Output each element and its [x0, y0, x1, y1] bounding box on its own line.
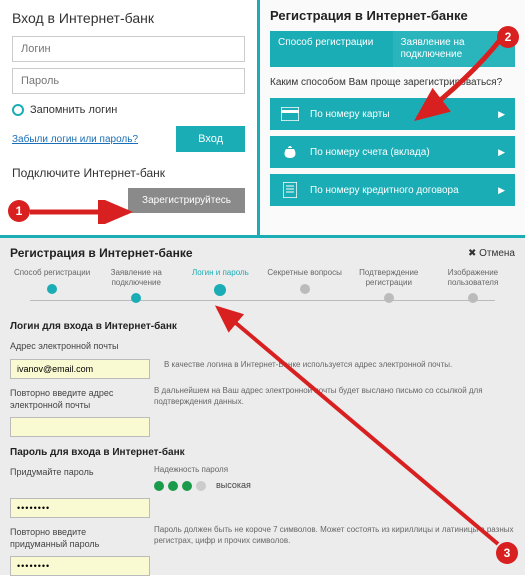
annotation-badge-1: 1 — [8, 200, 30, 222]
option-account-label: По номеру счета (вклада) — [310, 147, 498, 158]
tab-method[interactable]: Способ регистрации — [270, 31, 393, 67]
password-input[interactable] — [12, 68, 245, 94]
connect-label: Подключите Интернет-банк — [12, 166, 245, 180]
option-card-label: По номеру карты — [310, 109, 498, 120]
login-input[interactable] — [12, 36, 245, 62]
cancel-button[interactable]: ✖ Отмена — [468, 248, 515, 259]
strength-meter: высокая — [154, 479, 515, 492]
email2-input[interactable] — [10, 417, 150, 437]
chevron-right-icon: ▶ — [498, 147, 505, 158]
email-hint-2: В дальнейшем на Ваш адрес электронной по… — [140, 385, 515, 407]
password2-field[interactable] — [10, 556, 150, 576]
reg-tabs: Способ регистрации Заявление на подключе… — [270, 31, 515, 67]
strength-dot — [154, 481, 164, 491]
remember-checkbox[interactable]: Запомнить логин — [12, 104, 245, 116]
strength-label: высокая — [216, 479, 251, 492]
reg-title: Регистрация в Интернет-банке — [270, 8, 515, 23]
chevron-right-icon: ▶ — [498, 185, 505, 196]
email-hint-1: В качестве логина в Интернет-Банке испол… — [150, 359, 515, 370]
step-3: Логин и пароль — [178, 268, 262, 296]
bag-icon — [280, 144, 300, 160]
option-credit[interactable]: По номеру кредитного договора ▶ — [270, 174, 515, 206]
password-field[interactable] — [10, 498, 150, 518]
document-icon — [280, 182, 300, 198]
radio-icon — [12, 104, 24, 116]
step-1: Способ регистрации — [10, 268, 94, 294]
strength-dot — [168, 481, 178, 491]
pw-hint: Пароль должен быть не короче 7 символов.… — [140, 524, 515, 546]
reg-question: Каким способом Вам проще зарегистрироват… — [270, 77, 515, 88]
strength-dot — [182, 481, 192, 491]
email2-label: Повторно введите адрес электронной почты — [10, 385, 140, 411]
remember-label: Запомнить логин — [30, 104, 117, 116]
step-4: Секретные вопросы — [263, 268, 347, 294]
register-button[interactable]: Зарегистрируйтесь — [128, 188, 245, 213]
chevron-right-icon: ▶ — [498, 109, 505, 120]
annotation-badge-2: 2 — [497, 26, 519, 48]
option-card[interactable]: По номеру карты ▶ — [270, 98, 515, 130]
step-6: Изображение пользователя — [431, 268, 515, 303]
login-title: Вход в Интернет-банк — [12, 10, 245, 26]
strength-dot — [196, 481, 206, 491]
option-credit-label: По номеру кредитного договора — [310, 185, 498, 196]
bottom-title: Регистрация в Интернет-банке — [10, 246, 193, 260]
section-password: Пароль для входа в Интернет-банк — [10, 447, 515, 458]
forgot-link[interactable]: Забыли логин или пароль? — [12, 134, 138, 145]
strength-title: Надежность пароля — [154, 464, 515, 475]
login-button[interactable]: Вход — [176, 126, 245, 152]
pw-label: Придумайте пароль — [10, 464, 140, 479]
steps-progress: Способ регистрации Заявление на подключе… — [10, 268, 515, 303]
option-account[interactable]: По номеру счета (вклада) ▶ — [270, 136, 515, 168]
step-5: Подтверждение регистрации — [347, 268, 431, 303]
annotation-badge-3: 3 — [496, 542, 518, 564]
card-icon — [280, 106, 300, 122]
section-login: Логин для входа в Интернет-банк — [10, 321, 515, 332]
email-label: Адрес электронной почты — [10, 338, 140, 353]
step-2: Заявление на подключение — [94, 268, 178, 303]
pw2-label: Повторно введите придуманный пароль — [10, 524, 140, 550]
email-input[interactable] — [10, 359, 150, 379]
